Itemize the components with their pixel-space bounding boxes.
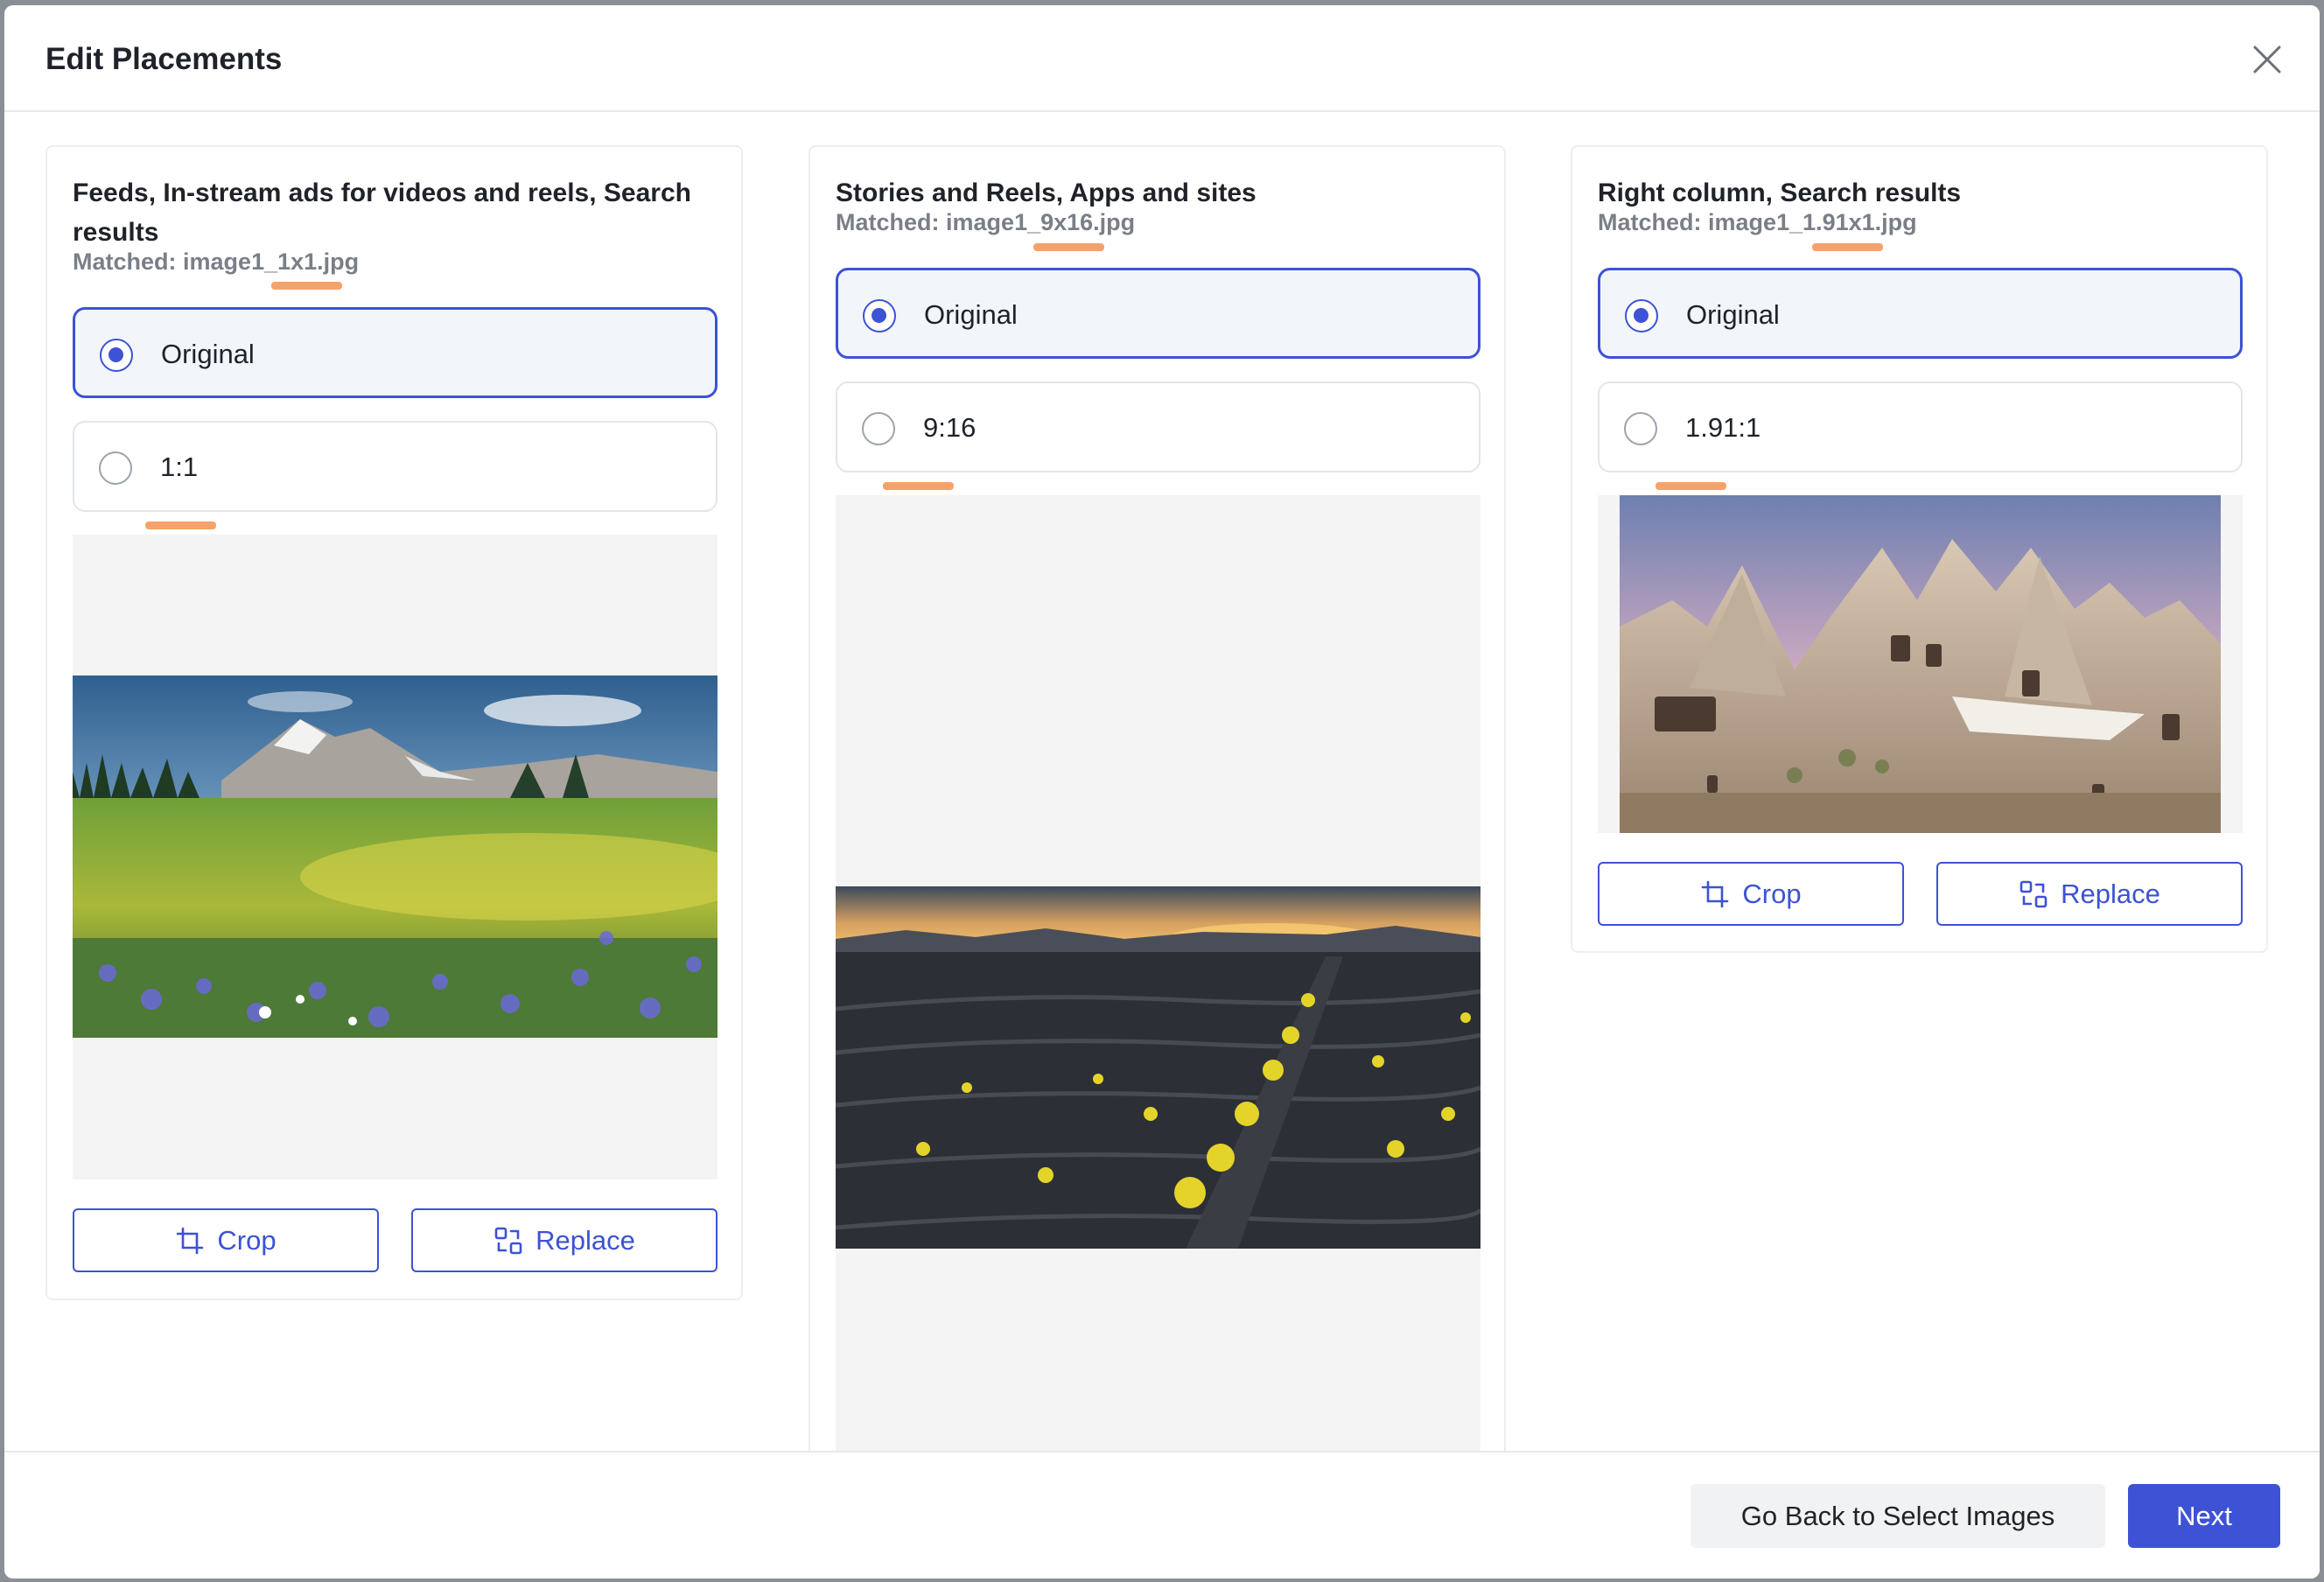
placement-title: Stories and Reels, Apps and sites	[836, 178, 1256, 207]
meadow-image	[73, 676, 718, 1038]
edit-placements-dialog: Edit Placements Feeds, In-stream ads for…	[4, 5, 2320, 1578]
placement-card-right-column: Right column, Search results Matched: im…	[1571, 145, 2268, 953]
radio-selected[interactable]	[100, 339, 133, 372]
highlight-marker	[883, 482, 954, 490]
cappadocia-image	[1620, 495, 2221, 833]
option-label: 9:16	[923, 412, 976, 443]
rock-dwellings-photo	[1620, 495, 2221, 833]
replace-label: Replace	[536, 1224, 635, 1256]
radio-selected[interactable]	[863, 299, 896, 332]
radio-selected[interactable]	[1625, 299, 1658, 332]
option-label: Original	[924, 299, 1018, 330]
dialog-footer: Go Back to Select Images Next	[4, 1451, 2320, 1578]
option-ratio-1-91x1[interactable]: 1.91:1	[1598, 382, 2243, 472]
volcanic-vineyard-photo	[836, 886, 1480, 1249]
placement-card-feeds: Feeds, In-stream ads for videos and reel…	[46, 145, 743, 1300]
go-back-button[interactable]: Go Back to Select Images	[1690, 1484, 2105, 1548]
replace-label: Replace	[2061, 878, 2160, 909]
matched-filename: Matched: image1_9x16.jpg	[836, 209, 1480, 236]
option-ratio-1x1[interactable]: 1:1	[73, 421, 718, 512]
option-label: 1:1	[160, 452, 199, 482]
crop-button[interactable]: Crop	[1598, 862, 1904, 926]
image-preview	[1598, 495, 2243, 833]
matched-label: Matched:	[73, 248, 177, 275]
matched-file: image1_1.91x1.jpg	[1708, 209, 1917, 235]
crop-label: Crop	[1742, 878, 1802, 909]
option-label: Original	[161, 339, 255, 369]
placements-body[interactable]: Feeds, In-stream ads for videos and reel…	[4, 114, 2320, 1456]
replace-icon	[2020, 880, 2048, 907]
mountain-meadow-photo	[73, 676, 718, 1038]
matched-filename: Matched: image1_1x1.jpg	[73, 248, 718, 276]
highlight-marker	[145, 522, 216, 529]
placement-title: Right column, Search results	[1598, 178, 1962, 207]
highlight-marker	[271, 282, 342, 290]
crop-icon	[1702, 880, 1729, 907]
replace-button[interactable]: Replace	[1936, 862, 2243, 926]
next-button[interactable]: Next	[2128, 1484, 2280, 1548]
crop-button[interactable]: Crop	[73, 1208, 379, 1272]
placement-card-stories: Stories and Reels, Apps and sites Matche…	[808, 145, 1506, 1456]
matched-file: image1_1x1.jpg	[183, 248, 360, 275]
close-icon	[2253, 46, 2281, 74]
replace-icon	[494, 1227, 522, 1254]
close-button[interactable]	[2248, 40, 2286, 79]
crop-label: Crop	[217, 1224, 276, 1256]
option-ratio-9x16[interactable]: 9:16	[836, 382, 1480, 472]
option-original[interactable]: Original	[836, 268, 1480, 359]
matched-filename: Matched: image1_1.91x1.jpg	[1598, 209, 2243, 236]
image-preview	[73, 535, 718, 1180]
matched-file: image1_9x16.jpg	[946, 209, 1136, 235]
matched-label: Matched:	[1598, 209, 1702, 235]
vineyard-image	[836, 886, 1480, 1249]
option-label: Original	[1686, 299, 1780, 330]
highlight-marker	[1033, 243, 1104, 251]
matched-label: Matched:	[836, 209, 940, 235]
option-label: 1.91:1	[1685, 412, 1761, 443]
radio-unselected[interactable]	[862, 412, 895, 445]
image-preview	[836, 495, 1480, 1456]
radio-unselected[interactable]	[1624, 412, 1657, 445]
crop-icon	[177, 1227, 204, 1254]
option-original[interactable]: Original	[73, 307, 718, 398]
dialog-title: Edit Placements	[46, 42, 283, 76]
radio-unselected[interactable]	[99, 452, 132, 485]
highlight-marker	[1812, 243, 1883, 251]
highlight-marker	[1656, 482, 1726, 490]
placement-title: Feeds, In-stream ads for videos and reel…	[73, 178, 691, 247]
option-original[interactable]: Original	[1598, 268, 2243, 359]
dialog-header: Edit Placements	[4, 5, 2320, 112]
replace-button[interactable]: Replace	[411, 1208, 718, 1272]
